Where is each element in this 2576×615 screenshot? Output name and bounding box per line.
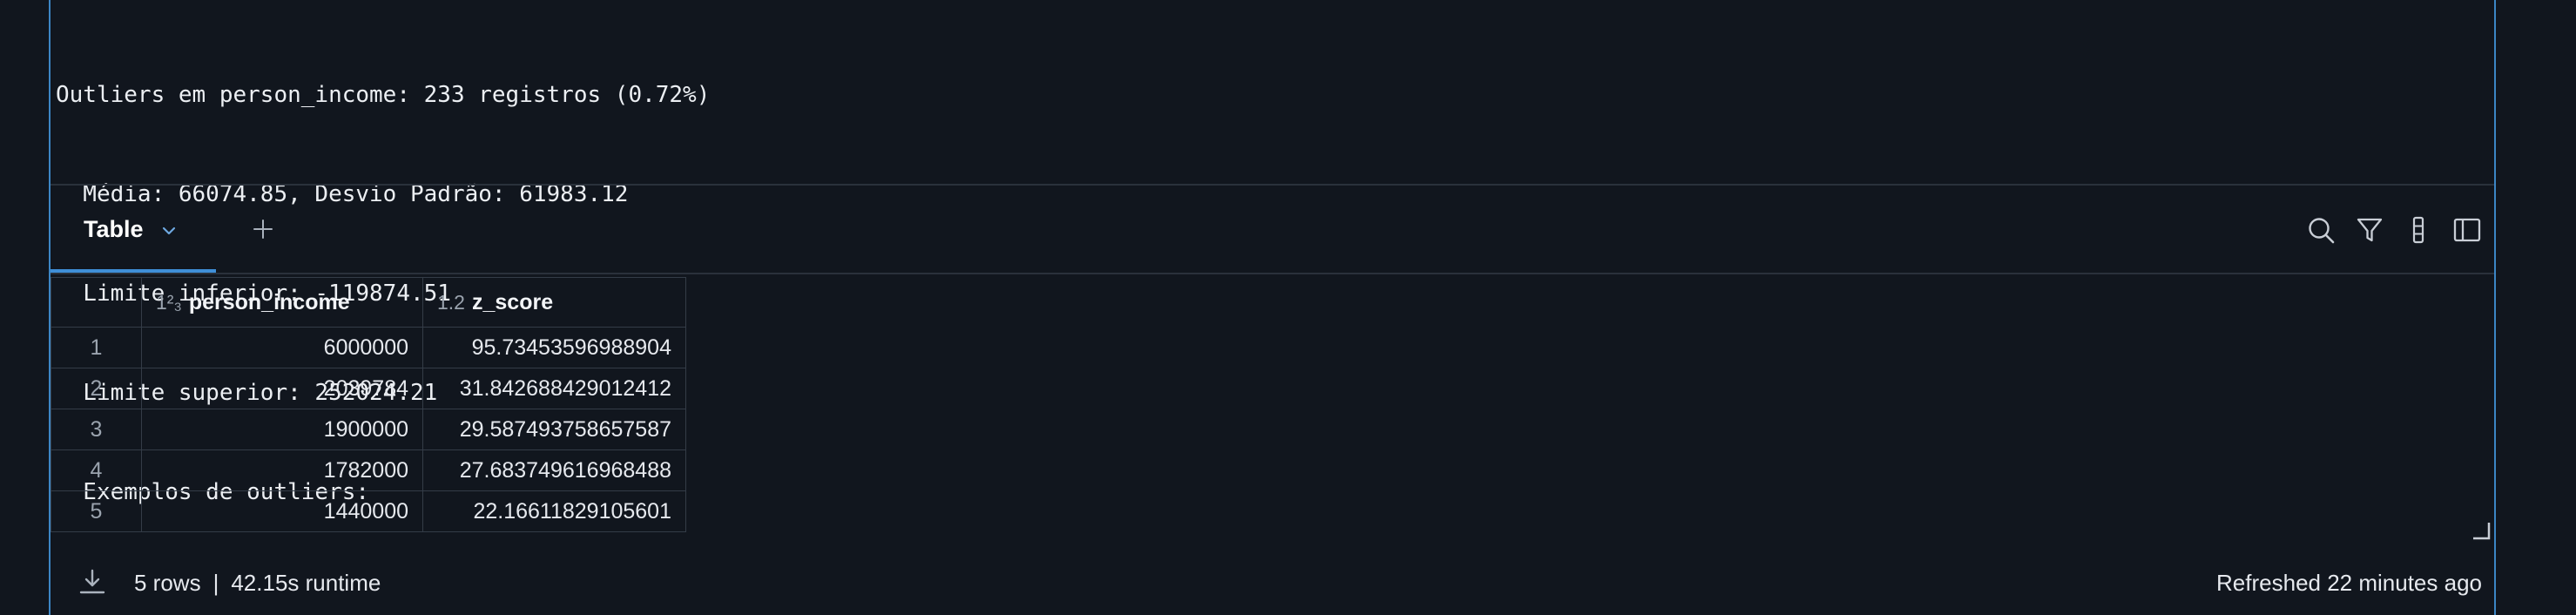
cell-person-income[interactable]: 1440000 xyxy=(141,490,423,532)
row-index: 4 xyxy=(51,449,142,491)
table-row[interactable]: 2 2039784 31.842688429012412 xyxy=(51,368,686,409)
tab-table-label: Table xyxy=(84,215,144,242)
row-index: 2 xyxy=(51,368,142,409)
footer-separator: | xyxy=(212,570,219,596)
divider xyxy=(51,273,2494,274)
cell-z-score[interactable]: 27.683749616968488 xyxy=(422,449,686,491)
column-header-label: z_score xyxy=(471,289,554,314)
table-header-row: 1²₃ person_income 1.2 z_score xyxy=(51,277,686,328)
row-index: 1 xyxy=(51,327,142,368)
search-icon[interactable] xyxy=(2304,213,2337,247)
cell-person-income[interactable]: 2039784 xyxy=(141,368,423,409)
results-footer: 5 rows | 42.15s runtime Refreshed 22 minut… xyxy=(51,551,2494,615)
table-row[interactable]: 3 1900000 29.587493758657587 xyxy=(51,409,686,450)
row-count: 5 rows xyxy=(134,570,201,596)
download-icon[interactable] xyxy=(77,566,108,598)
table-row[interactable]: 4 1782000 27.683749616968488 xyxy=(51,449,686,491)
add-tab-button[interactable] xyxy=(244,210,282,248)
integer-type-icon: 1²₃ xyxy=(156,290,182,314)
chevron-down-icon[interactable] xyxy=(159,220,179,239)
filter-icon[interactable] xyxy=(2353,213,2386,247)
result-summary: 5 rows | 42.15s runtime xyxy=(134,570,381,597)
runtime: 42.15s runtime xyxy=(231,570,381,596)
refreshed-status: Refreshed 22 minutes ago xyxy=(2216,570,2482,596)
tab-table[interactable]: Table xyxy=(51,186,216,273)
cell-z-score[interactable]: 22.16611829105601 xyxy=(422,490,686,532)
table-row[interactable]: 1 6000000 95.73453596988904 xyxy=(51,327,686,368)
cell-person-income[interactable]: 6000000 xyxy=(141,327,423,368)
decimal-type-icon: 1.2 xyxy=(437,290,465,314)
cell-z-score[interactable]: 95.73453596988904 xyxy=(422,327,686,368)
row-index-header xyxy=(51,277,142,328)
column-header-label: person_income xyxy=(188,289,350,314)
column-header-z-score[interactable]: 1.2 z_score xyxy=(422,277,686,328)
resize-handle-icon[interactable] xyxy=(2471,521,2491,540)
results-toolbar: Table xyxy=(51,186,2494,274)
results-table: 1²₃ person_income 1.2 z_score 1 6000000 95… xyxy=(51,277,686,532)
cell-person-income[interactable]: 1782000 xyxy=(141,449,423,491)
table-row[interactable]: 5 1440000 22.16611829105601 xyxy=(51,490,686,532)
cell-z-score[interactable]: 31.842688429012412 xyxy=(422,368,686,409)
sidebar-panel-icon[interactable] xyxy=(2451,213,2484,247)
column-settings-icon[interactable] xyxy=(2402,213,2435,247)
output-line: Outliers em person_income: 233 registros… xyxy=(56,82,711,108)
row-index: 5 xyxy=(51,490,142,532)
column-header-person-income[interactable]: 1²₃ person_income xyxy=(141,277,423,328)
cell-person-income[interactable]: 1900000 xyxy=(141,409,423,450)
plus-icon xyxy=(253,220,273,239)
row-index: 3 xyxy=(51,409,142,450)
cell-z-score[interactable]: 29.587493758657587 xyxy=(422,409,686,450)
